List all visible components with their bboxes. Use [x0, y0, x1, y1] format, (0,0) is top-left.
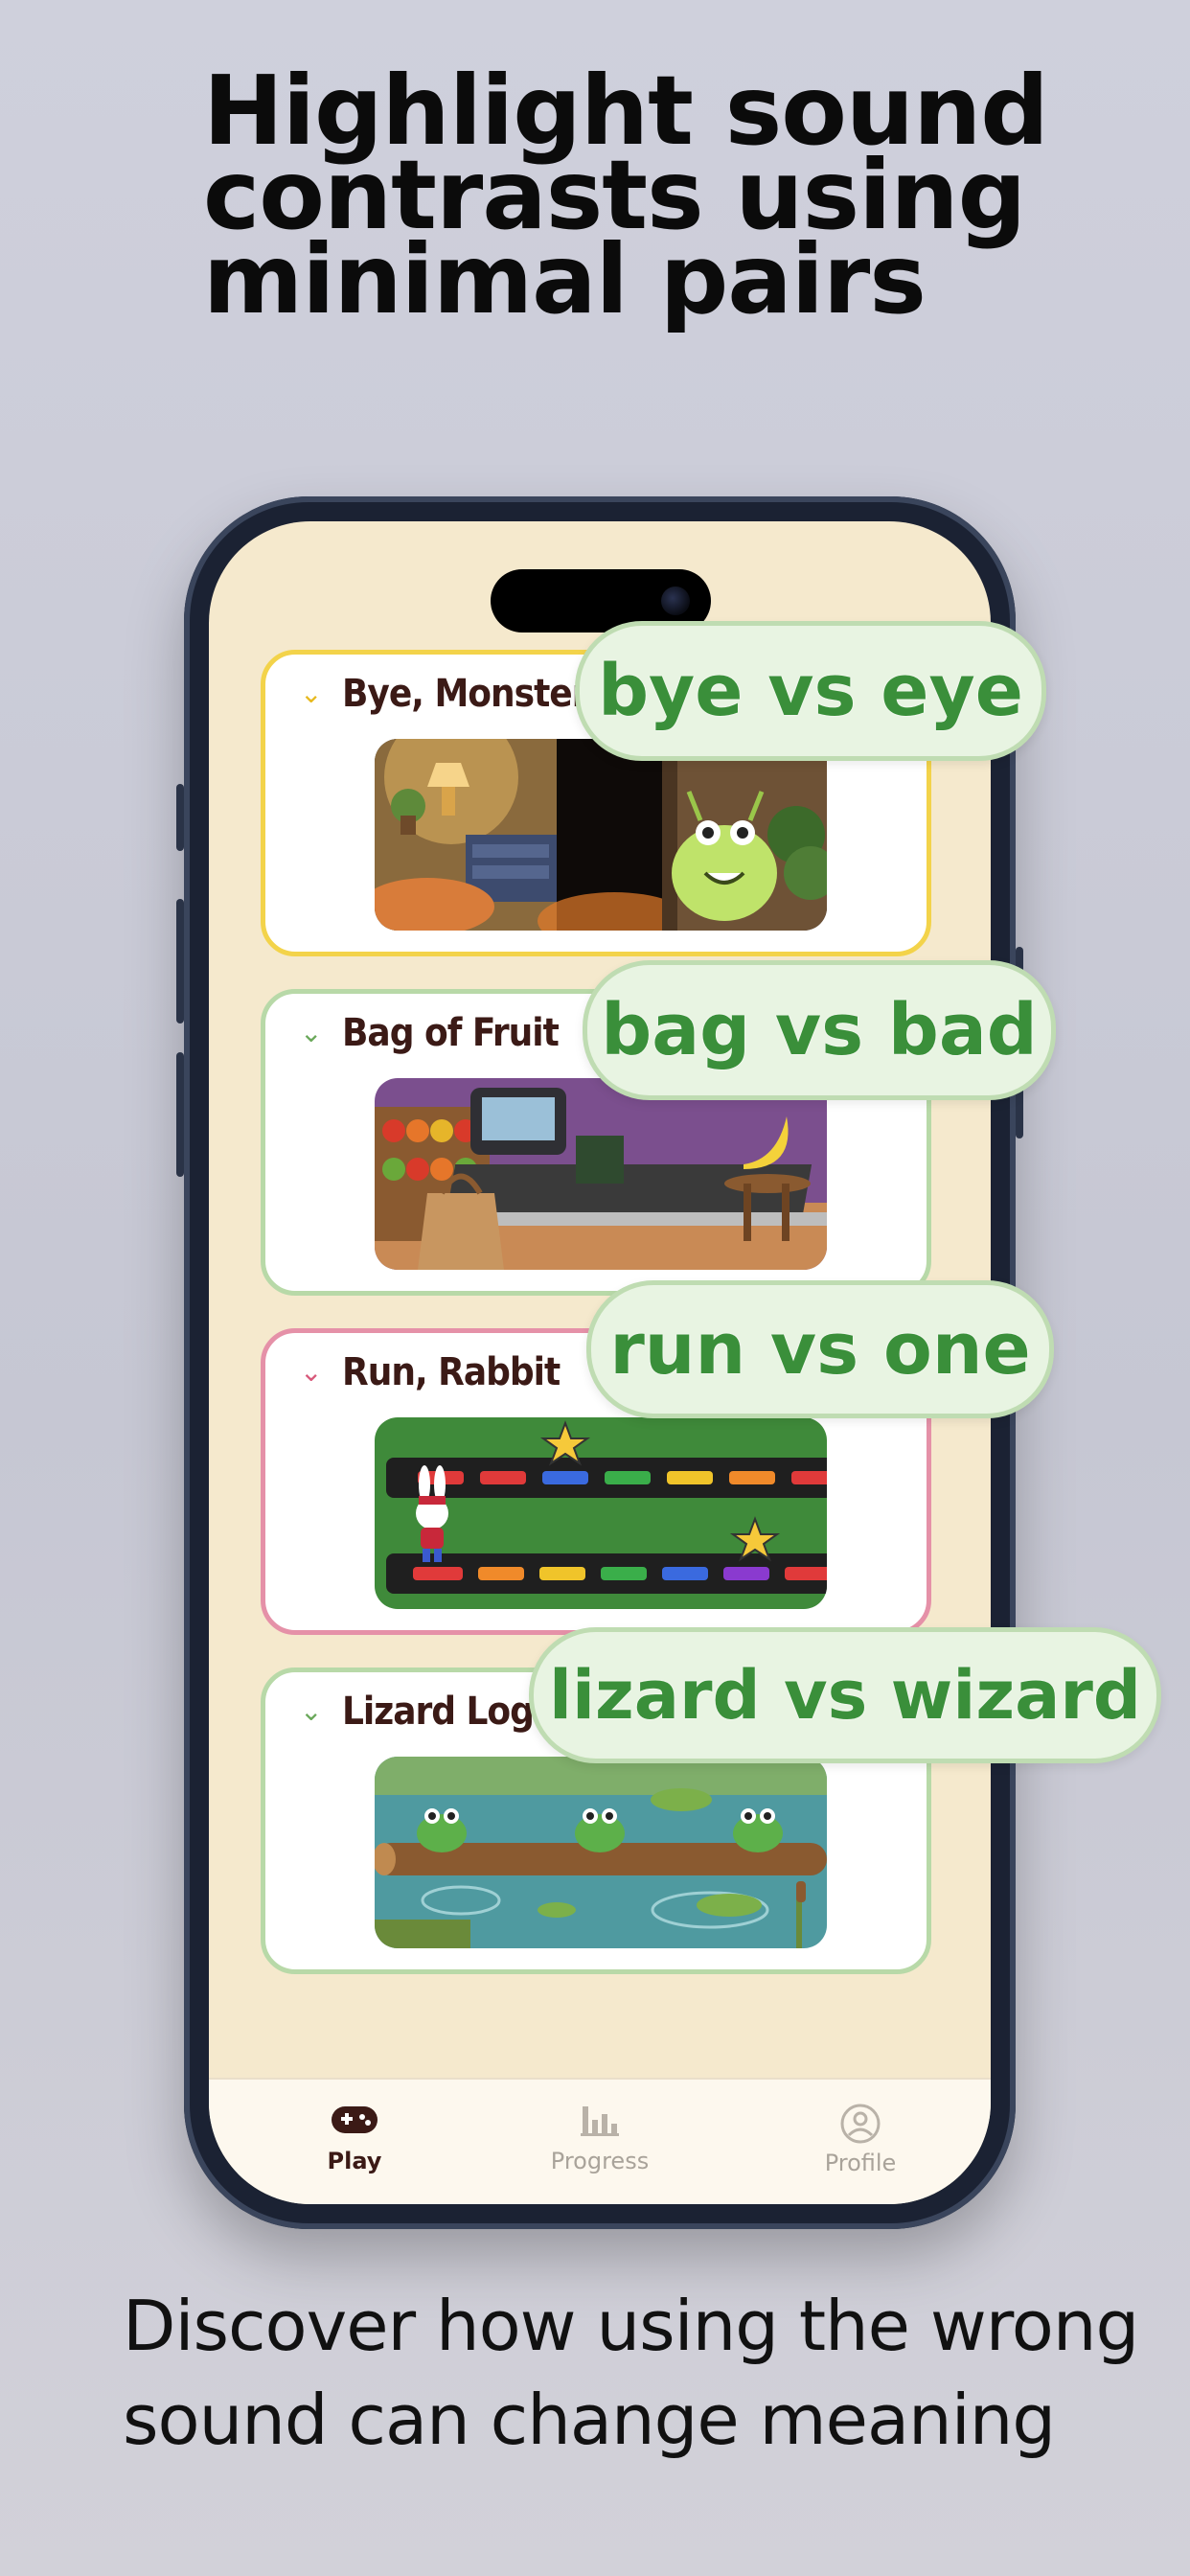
- camera-icon: [661, 586, 690, 615]
- tab-play[interactable]: Play: [268, 2103, 441, 2174]
- phone-volume-up: [176, 899, 184, 1024]
- chevron-down-icon[interactable]: ⌄: [300, 1019, 329, 1047]
- chevron-down-icon[interactable]: ⌄: [300, 679, 329, 708]
- game-title: Bye, Monster: [342, 672, 588, 716]
- pair-pill-run-one: run vs one: [586, 1280, 1054, 1418]
- chevron-down-icon[interactable]: ⌄: [300, 1697, 329, 1726]
- subtitle-line-1: Discover how using the wrong: [123, 2286, 1139, 2366]
- game-thumbnail-run-rabbit[interactable]: [375, 1417, 827, 1609]
- game-thumbnail-bye-monster[interactable]: [375, 739, 827, 931]
- tab-label-profile: Profile: [824, 2150, 897, 2176]
- phone-volume-down: [176, 1052, 184, 1177]
- phone-action-button: [176, 784, 184, 851]
- pair-pill-bye-eye: bye vs eye: [575, 621, 1046, 761]
- tab-label-progress: Progress: [550, 2148, 650, 2174]
- user-circle-icon: [840, 2104, 881, 2144]
- pair-pill-bag-bad: bag vs bad: [583, 960, 1056, 1100]
- tab-profile[interactable]: Profile: [774, 2103, 947, 2176]
- headline: Highlight sound contrasts using minimal …: [203, 63, 1123, 328]
- subtitle-line-2: sound can change meaning: [123, 2380, 1056, 2460]
- pair-pill-lizard-wizard: lizard vs wizard: [529, 1627, 1161, 1763]
- tab-progress[interactable]: Progress: [514, 2103, 686, 2174]
- bar-chart-icon: [581, 2106, 619, 2136]
- game-thumbnail-lizard-log[interactable]: [375, 1757, 827, 1948]
- game-title: Run, Rabbit: [342, 1350, 561, 1394]
- game-thumbnail-bag-of-fruit[interactable]: [375, 1078, 827, 1270]
- gamepad-icon: [332, 2106, 378, 2133]
- chevron-down-icon[interactable]: ⌄: [300, 1358, 329, 1387]
- tab-label-play: Play: [327, 2148, 382, 2174]
- tab-bar: Play Progress Profile: [209, 2078, 991, 2204]
- subtitle: Discover how using the wrong sound can c…: [123, 2279, 1177, 2467]
- game-title: Lizard Log: [342, 1690, 535, 1734]
- game-title: Bag of Fruit: [342, 1011, 560, 1055]
